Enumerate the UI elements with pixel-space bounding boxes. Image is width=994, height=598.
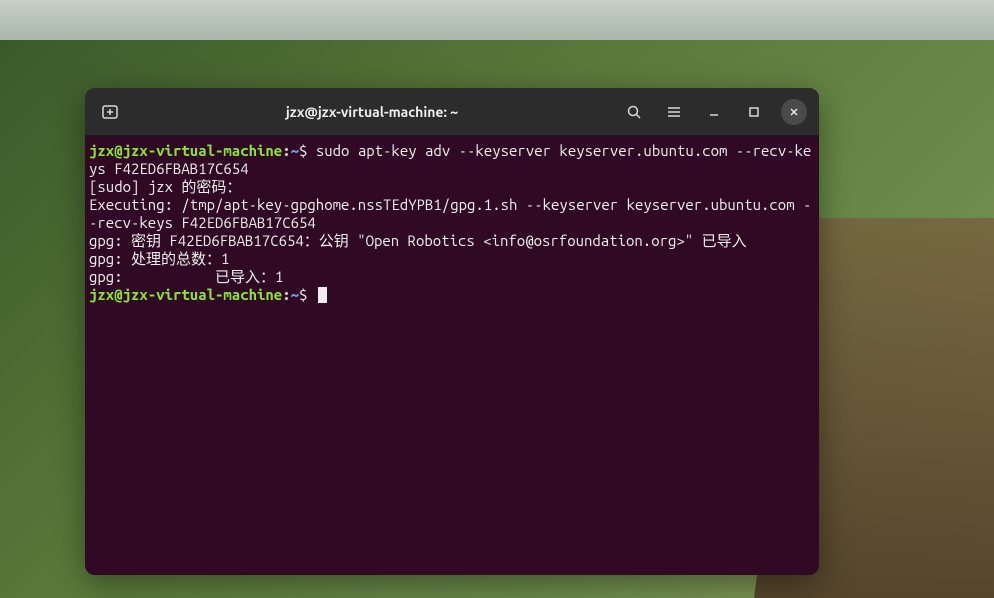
output-line: gpg: 已导入：1: [89, 268, 283, 285]
new-tab-button[interactable]: [93, 95, 127, 129]
prompt-path: ~: [291, 142, 299, 159]
hamburger-icon: [666, 104, 682, 120]
output-line: Executing: /tmp/apt-key-gpghome.nssTEdYP…: [89, 196, 811, 231]
search-button[interactable]: [617, 95, 651, 129]
window-title: jzx@jzx-virtual-machine: ~: [133, 104, 611, 120]
new-tab-icon: [101, 103, 119, 121]
minimize-button[interactable]: [701, 99, 727, 125]
prompt-path: ~: [291, 286, 299, 303]
output-line: gpg: 密钥 F42ED6FBAB17C654：公钥 "Open Roboti…: [89, 232, 747, 249]
close-button[interactable]: [781, 99, 807, 125]
prompt-user: jzx@jzx-virtual-machine: [89, 142, 282, 159]
output-line: gpg: 处理的总数：1: [89, 250, 229, 267]
minimize-icon: [708, 106, 720, 118]
maximize-button[interactable]: [741, 99, 767, 125]
prompt-colon: :: [282, 142, 290, 159]
titlebar: jzx@jzx-virtual-machine: ~: [85, 88, 819, 136]
output-line: [sudo] jzx 的密码：: [89, 178, 241, 195]
prompt-user: jzx@jzx-virtual-machine: [89, 286, 282, 303]
terminal-window: jzx@jzx-virtual-machine: ~: [85, 88, 819, 575]
prompt-dollar: $: [299, 286, 307, 303]
menu-button[interactable]: [657, 95, 691, 129]
prompt-colon: :: [282, 286, 290, 303]
maximize-icon: [748, 106, 760, 118]
terminal-body[interactable]: jzx@jzx-virtual-machine:~$ sudo apt-key …: [85, 136, 819, 575]
close-icon: [788, 106, 800, 118]
search-icon: [626, 104, 642, 120]
cursor: [318, 287, 327, 303]
